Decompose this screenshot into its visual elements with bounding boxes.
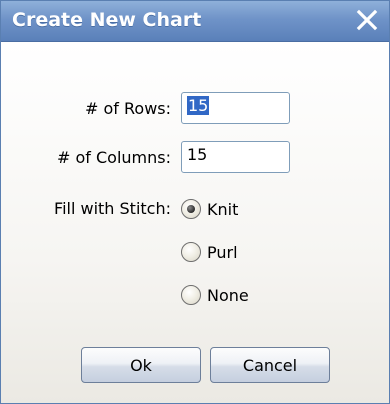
radio-none[interactable]: None <box>181 283 249 307</box>
rows-label: # of Rows: <box>85 99 171 118</box>
title-bar[interactable]: Create New Chart <box>1 1 389 42</box>
columns-label: # of Columns: <box>57 148 171 167</box>
dialog-title: Create New Chart <box>12 9 202 31</box>
radio-knit[interactable]: Knit <box>181 197 238 221</box>
dialog-body: # of Rows: 15 # of Columns: 15 Fill with… <box>1 42 389 403</box>
rows-value: 15 <box>187 96 210 115</box>
columns-value: 15 <box>187 145 208 164</box>
radio-button-none[interactable] <box>181 285 201 305</box>
fill-stitch-label: Fill with Stitch: <box>54 199 171 218</box>
radio-button-purl[interactable] <box>181 242 201 262</box>
create-new-chart-dialog: Create New Chart # of Rows: 15 # of Colu… <box>0 0 390 404</box>
radio-purl[interactable]: Purl <box>181 240 238 264</box>
close-icon[interactable] <box>353 6 381 34</box>
radio-label-purl: Purl <box>207 242 238 262</box>
radio-label-none: None <box>207 285 249 305</box>
radio-button-knit[interactable] <box>181 199 201 219</box>
columns-field[interactable]: 15 <box>181 141 290 173</box>
rows-field[interactable]: 15 <box>181 92 290 124</box>
radio-selected-dot <box>187 205 195 213</box>
cancel-button[interactable]: Cancel <box>210 347 330 383</box>
ok-button[interactable]: Ok <box>81 347 201 383</box>
radio-label-knit: Knit <box>207 199 239 219</box>
